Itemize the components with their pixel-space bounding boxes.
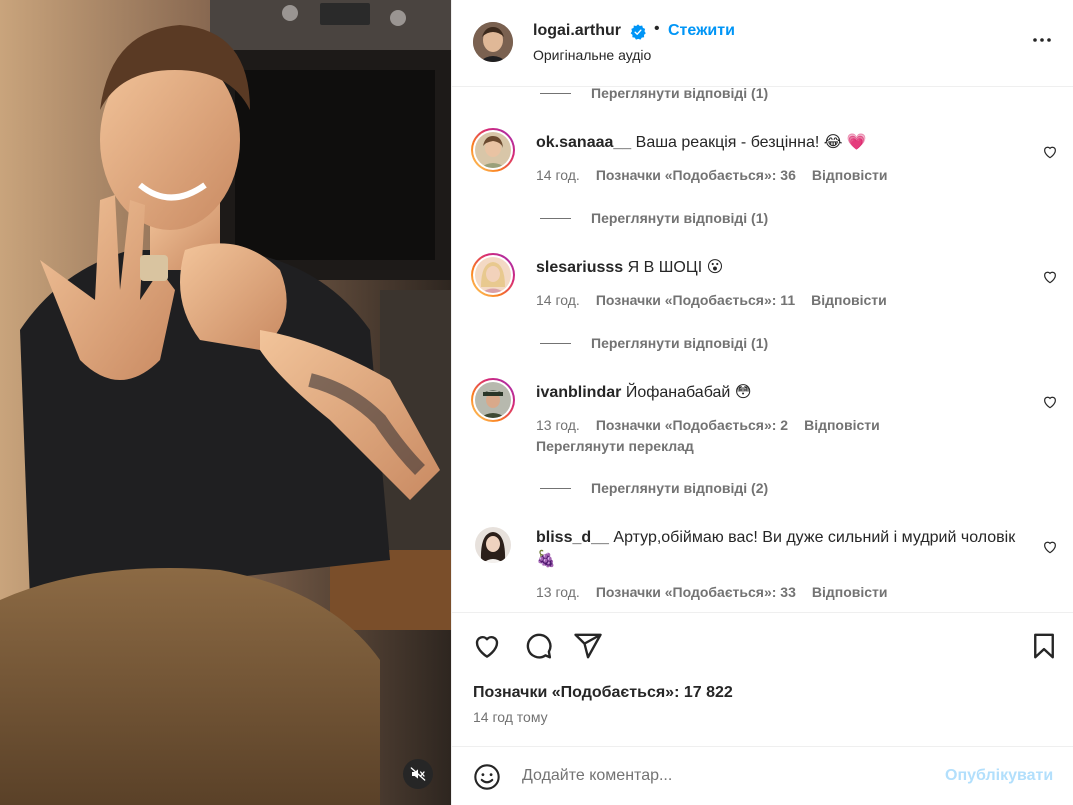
view-replies-button[interactable]: Переглянути відповіді (1) [540, 335, 768, 351]
comment-likes[interactable]: Позначки «Подобається»: 33 [596, 584, 796, 600]
comments-list[interactable]: Переглянути відповіді (1) ok.sanaaa__ Ва… [452, 87, 1073, 612]
comment-meta: 14 год. Позначки «Подобається»: 36 Відпо… [536, 167, 888, 183]
commenter-avatar[interactable] [471, 253, 515, 297]
commenter-username[interactable]: bliss_d__ [536, 529, 609, 546]
share-icon[interactable] [573, 631, 603, 661]
comment-body: bliss_d__ Артур,обіймаю вас! Ви дуже сил… [536, 527, 1016, 571]
author-username[interactable]: logai.arthur [533, 22, 621, 40]
emoji-icon[interactable] [473, 763, 501, 791]
commenter-avatar-image [475, 382, 511, 418]
view-replies-button[interactable]: Переглянути відповіді (2) [540, 480, 768, 496]
verified-badge-icon [630, 24, 646, 40]
post-actions: Позначки «Подобається»: 17 822 14 год то… [452, 612, 1073, 746]
heart-icon[interactable] [472, 631, 502, 661]
video-frame-illustration [0, 0, 451, 805]
author-avatar-image [473, 22, 513, 62]
comment-text: Йофанабабай 😳 [625, 384, 752, 401]
reply-button[interactable]: Відповісти [804, 417, 880, 433]
commenter-avatar[interactable] [471, 523, 515, 567]
mute-button[interactable] [403, 759, 433, 789]
comment-heart-icon[interactable] [1042, 269, 1058, 285]
comment-likes[interactable]: Позначки «Подобається»: 11 [596, 292, 795, 308]
comment-time: 14 год. [536, 292, 580, 308]
comment-likes[interactable]: Позначки «Подобається»: 2 [596, 417, 788, 433]
comment-heart-icon[interactable] [1042, 144, 1058, 160]
post-timestamp[interactable]: 14 год тому [473, 709, 548, 725]
post-details-panel: logai.arthur • Стежити Оригінальне аудіо… [451, 0, 1073, 805]
comment-body: ivanblindar Йофанабабай 😳 [536, 382, 1016, 404]
mute-icon [410, 767, 426, 781]
view-replies-label: Переглянути відповіді (1) [591, 210, 769, 226]
replies-divider [540, 342, 571, 344]
comment-time: 14 год. [536, 167, 580, 183]
publish-button[interactable]: Опублікувати [945, 767, 1053, 785]
comment-body: slesariusss Я В ШОЦІ 😮 [536, 257, 1016, 279]
replies-divider [540, 487, 571, 489]
comment-meta: 13 год. Позначки «Подобається»: 33 Відпо… [536, 584, 888, 600]
commenter-avatar[interactable] [471, 378, 515, 422]
replies-divider [540, 92, 571, 94]
commenter-avatar[interactable] [471, 128, 515, 172]
comment-meta: 13 год. Позначки «Подобається»: 2 Відпов… [536, 417, 880, 433]
comment-text: Ваша реакція - безцінна! 😂 💗 [635, 134, 867, 151]
post-header: logai.arthur • Стежити Оригінальне аудіо [452, 0, 1073, 87]
more-options-icon[interactable] [1030, 28, 1054, 52]
commenter-avatar-image [475, 132, 511, 168]
comment-heart-icon[interactable] [1042, 539, 1058, 555]
comment-time: 13 год. [536, 584, 580, 600]
original-audio-link[interactable]: Оригінальне аудіо [533, 47, 651, 63]
comment-icon[interactable] [523, 631, 553, 661]
comment-body: ok.sanaaa__ Ваша реакція - безцінна! 😂 💗 [536, 132, 1016, 154]
reply-button[interactable]: Відповісти [812, 584, 888, 600]
view-replies-button[interactable]: Переглянути відповіді (1) [540, 210, 768, 226]
replies-divider [540, 217, 571, 219]
comment-time: 13 год. [536, 417, 580, 433]
reply-button[interactable]: Відповісти [811, 292, 887, 308]
header-separator: • [654, 20, 660, 37]
commenter-username[interactable]: ok.sanaaa__ [536, 134, 631, 151]
post-video[interactable] [0, 0, 451, 805]
commenter-username[interactable]: ivanblindar [536, 384, 621, 401]
commenter-avatar-image [475, 257, 511, 293]
post-likes-count[interactable]: Позначки «Подобається»: 17 822 [473, 684, 733, 702]
author-avatar[interactable] [473, 22, 513, 62]
reply-button[interactable]: Відповісти [812, 167, 888, 183]
bookmark-icon[interactable] [1029, 631, 1059, 661]
comment-heart-icon[interactable] [1042, 394, 1058, 410]
comment-text: Я В ШОЦІ 😮 [627, 259, 724, 276]
view-replies-label: Переглянути відповіді (2) [591, 480, 769, 496]
comment-likes[interactable]: Позначки «Подобається»: 36 [596, 167, 796, 183]
comment-composer: Опублікувати [452, 746, 1073, 805]
comment-input[interactable] [522, 764, 922, 788]
comment-meta: 14 год. Позначки «Подобається»: 11 Відпо… [536, 292, 887, 308]
commenter-avatar-image [475, 527, 511, 563]
view-replies-button[interactable]: Переглянути відповіді (1) [540, 87, 768, 101]
commenter-username[interactable]: slesariusss [536, 259, 623, 276]
see-translation-button[interactable]: Переглянути переклад [536, 438, 694, 454]
view-replies-label: Переглянути відповіді (1) [591, 335, 769, 351]
follow-button[interactable]: Стежити [668, 22, 735, 40]
view-replies-label: Переглянути відповіді (1) [591, 87, 769, 101]
